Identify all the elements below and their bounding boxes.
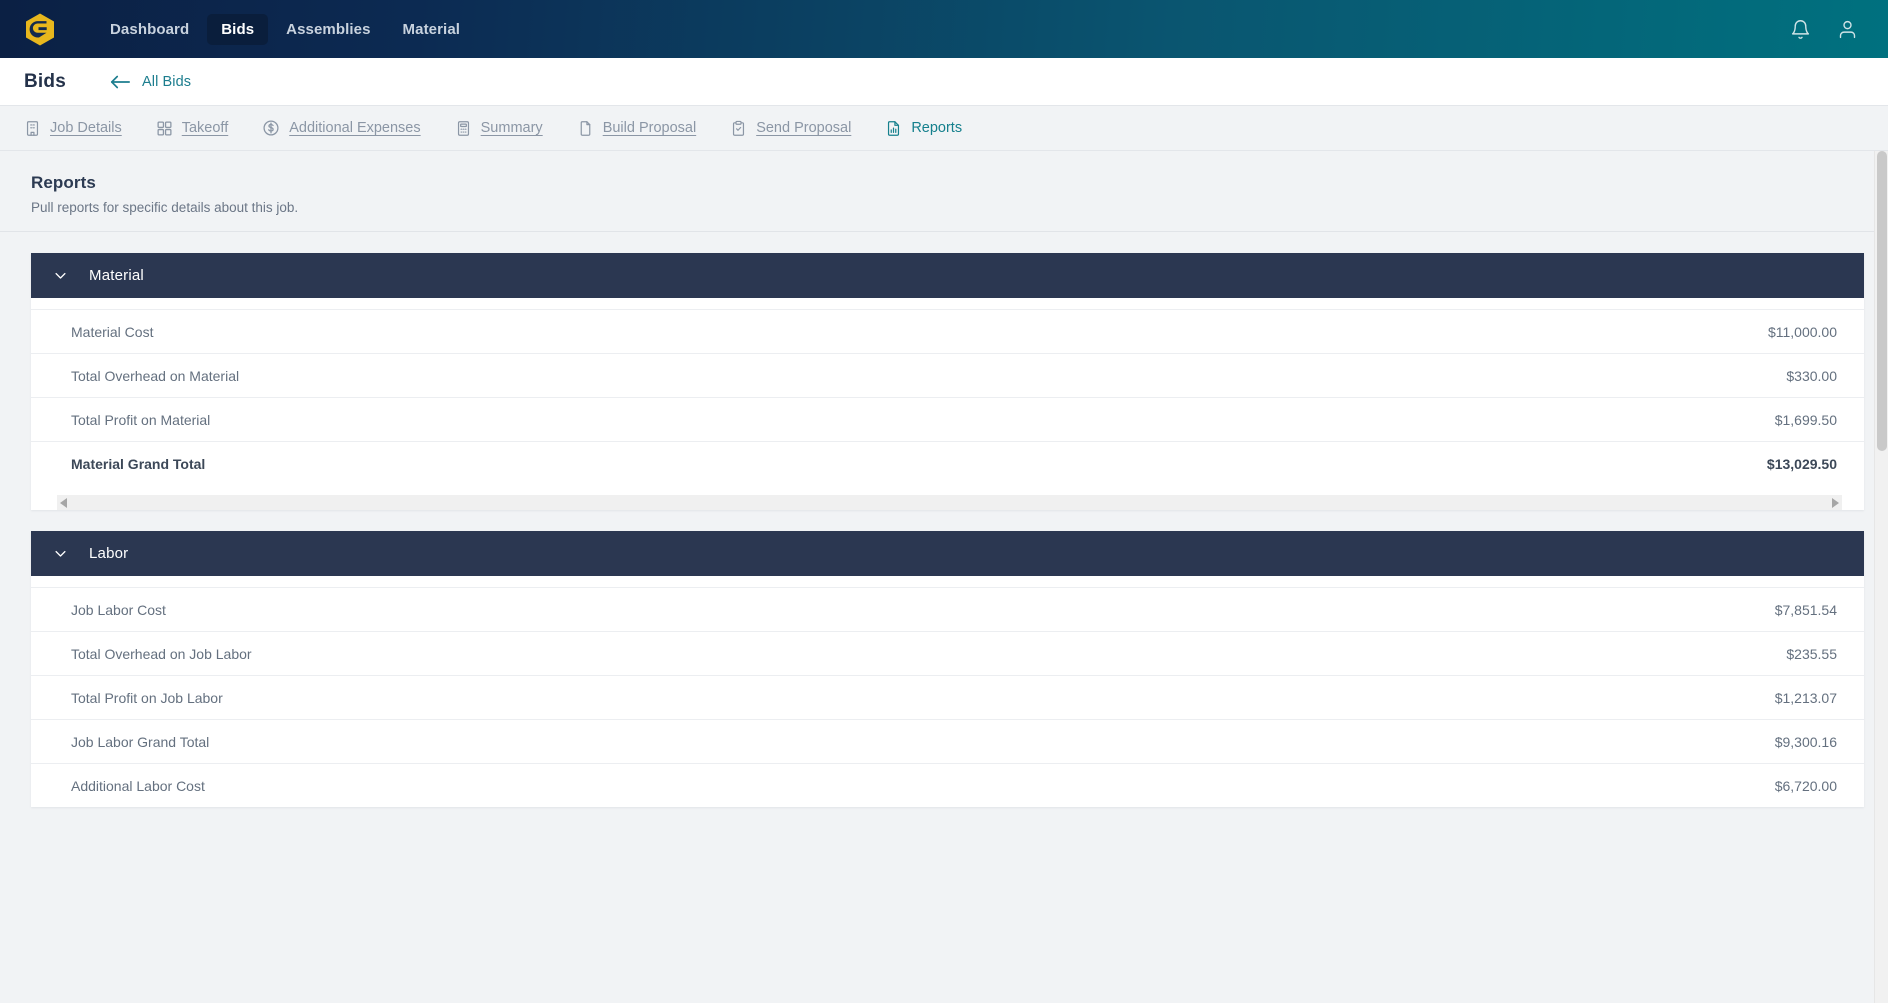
table-row: Material Cost $11,000.00 [31,309,1864,353]
table-row: Job Labor Grand Total $9,300.16 [31,719,1864,763]
page-subtitle: Pull reports for specific details about … [31,200,299,215]
row-value: $235.55 [1786,645,1837,662]
section-body-material: Material Cost $11,000.00 Total Overhead … [31,298,1864,510]
company-logo[interactable] [24,12,56,46]
chevron-down-icon[interactable] [53,546,68,561]
grid-squares-icon [156,120,173,137]
dollar-circle-icon [262,119,280,137]
back-link-label: All Bids [141,73,192,90]
section-body-labor: Job Labor Cost $7,851.54 Total Overhead … [31,576,1864,807]
table-row: Total Overhead on Job Labor $235.55 [31,631,1864,675]
tab-reports[interactable]: Reports [885,120,979,137]
tab-label: Takeoff [181,120,229,136]
page-vertical-scrollbar[interactable] [1874,151,1888,1003]
user-account-icon[interactable] [1837,19,1858,40]
tab-label: Summary [480,120,543,136]
section-card-labor: Labor Job Labor Cost $7,851.54 Total Ove… [31,531,1864,807]
row-label: Additional Labor Cost [71,777,205,794]
tab-takeoff[interactable]: Takeoff [156,120,246,137]
row-label: Material Cost [71,323,154,340]
row-value: $330.00 [1786,367,1837,384]
table-row: Total Profit on Job Labor $1,213.07 [31,675,1864,719]
section-header-material[interactable]: Material [31,253,1864,298]
scroll-right-arrow-icon[interactable] [1832,497,1839,508]
table-row-total: Material Grand Total $13,029.50 [31,441,1864,485]
tab-label: Job Details [50,120,122,136]
calculator-icon [455,120,472,137]
scroll-left-arrow-icon[interactable] [60,497,67,508]
table-row: Total Profit on Material $1,699.50 [31,397,1864,441]
row-label: Job Labor Cost [71,601,166,618]
row-value: $13,029.50 [1766,455,1837,472]
tab-job-details[interactable]: Job Details [24,120,139,137]
page-title: Reports [31,173,96,192]
tab-additional-expenses[interactable]: Additional Expenses [262,119,437,137]
building-icon [24,120,41,137]
labor-report-table: Job Labor Cost $7,851.54 Total Overhead … [31,587,1864,807]
document-icon [577,120,594,137]
row-value: $1,213.07 [1774,689,1837,706]
row-label: Total Profit on Job Labor [71,689,223,706]
page-section-title: Bids [24,70,66,92]
row-value: $6,720.00 [1774,777,1837,794]
page-heading-block: Reports Pull reports for specific detail… [0,151,1888,232]
navbar-actions [1790,19,1864,40]
top-navbar: Dashboard Bids Assemblies Material [0,0,1888,58]
section-card-material: Material Material Cost $11,000.00 Total … [31,253,1864,510]
nav-link-assemblies[interactable]: Assemblies [272,14,384,45]
reports-page: Reports Pull reports for specific detail… [0,151,1888,1003]
row-value: $9,300.16 [1774,733,1837,750]
row-label: Total Profit on Material [71,411,211,428]
tab-label: Additional Expenses [289,120,421,136]
back-to-all-bids-link[interactable]: All Bids [109,74,191,90]
row-value: $7,851.54 [1774,601,1837,618]
row-value: $11,000.00 [1767,323,1837,340]
row-value: $1,699.50 [1774,411,1837,428]
row-label: Job Labor Grand Total [71,733,210,750]
tab-label: Reports [911,120,963,136]
row-label: Total Overhead on Job Labor [71,645,252,662]
tab-label: Send Proposal [756,120,852,136]
notification-bell-icon[interactable] [1790,19,1811,40]
nav-link-dashboard[interactable]: Dashboard [96,14,203,45]
tab-send-proposal[interactable]: Send Proposal [730,120,868,137]
primary-nav: Dashboard Bids Assemblies Material [96,13,475,45]
tab-summary[interactable]: Summary [455,120,560,137]
tab-build-proposal[interactable]: Build Proposal [577,120,714,137]
chevron-down-icon[interactable] [53,268,68,283]
clipboard-check-icon [730,120,747,137]
tab-label: Build Proposal [602,120,697,136]
table-row: Job Labor Cost $7,851.54 [31,587,1864,631]
material-report-table: Material Cost $11,000.00 Total Overhead … [31,309,1864,485]
table-row: Total Overhead on Material $330.00 [31,353,1864,397]
workflow-tabs: Job Details Takeoff Additional Expenses [0,106,1888,151]
sub-header: Bids All Bids [0,58,1888,106]
row-label: Material Grand Total [71,455,206,472]
horizontal-scrollbar[interactable] [57,495,1842,510]
nav-link-bids[interactable]: Bids [207,13,269,45]
nav-link-material[interactable]: Material [389,14,475,45]
row-label: Total Overhead on Material [71,367,240,384]
scrollbar-thumb[interactable] [1877,151,1887,451]
section-title: Labor [89,545,129,562]
section-title: Material [89,267,144,284]
section-header-labor[interactable]: Labor [31,531,1864,576]
arrow-left-icon [109,74,131,90]
report-chart-icon [885,120,902,137]
table-row: Additional Labor Cost $6,720.00 [31,763,1864,807]
